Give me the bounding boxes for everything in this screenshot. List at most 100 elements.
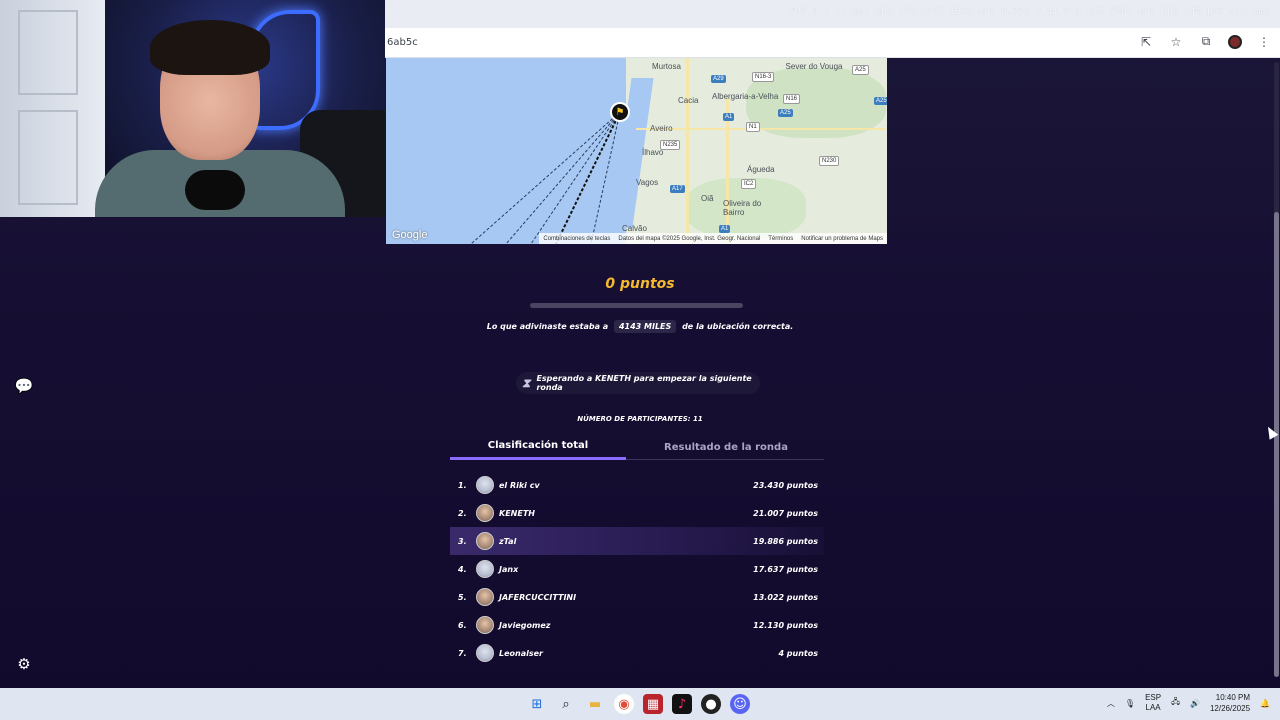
player-name: KENETH (499, 508, 535, 518)
leaderboard-tabs: Clasificación total Resultado de la rond… (450, 434, 824, 460)
leaderboard-row: 1. el Riki cv 23.430 puntos (450, 471, 824, 499)
chrome-icon[interactable]: ◉ (614, 694, 634, 714)
language-code: ESP (1145, 693, 1162, 702)
map-footer-link[interactable]: Términos (768, 236, 793, 242)
waiting-text: Esperando a KENETH para empezar la sigui… (536, 374, 752, 392)
door-panel (18, 10, 78, 95)
player-rank: 3. (458, 536, 467, 546)
road-badge: A25 (778, 109, 793, 117)
streamer-hair (150, 20, 270, 75)
star-icon[interactable]: ☆ (1168, 35, 1184, 49)
clock-date: 12/26/2025 (1209, 704, 1251, 713)
windows-start-icon[interactable]: ⊞ (527, 694, 547, 714)
player-score: 12.130 puntos (753, 620, 818, 630)
screen-share-icon[interactable]: ⧉ (1198, 34, 1214, 49)
window-titlebar: FPS 8 1 (1 ms) GPU 17% 47°C 1275 MHz 0.7… (385, 0, 1280, 28)
road-badge: N235 (660, 140, 681, 150)
player-score: 23.430 puntos (753, 480, 818, 490)
chevron-up-icon[interactable]: ︿ (1107, 698, 1115, 709)
player-avatar (476, 588, 494, 606)
notification-icon[interactable]: 🔔 (1260, 699, 1270, 708)
address-bar-actions: ⇱ ☆ ⧉ ⋮ (1138, 34, 1272, 49)
round-points: 0 puntos (605, 276, 675, 292)
player-score: 19.886 puntos (753, 536, 818, 546)
tab-total-ranking[interactable]: Clasificación total (450, 434, 626, 460)
page-scrollbar[interactable] (1274, 62, 1279, 677)
player-avatar (476, 476, 494, 494)
profile-avatar[interactable] (1228, 34, 1242, 49)
map-footer: Combinaciones de teclas Datos del mapa ©… (539, 233, 887, 244)
location-flag-icon[interactable]: ⚑ (610, 102, 630, 122)
player-name: Janx (499, 564, 519, 574)
leaderboard-list: 1. el Riki cv 23.430 puntos 2. KENETH 21.007 … (450, 471, 824, 667)
more-icon[interactable]: ⋮ (1256, 35, 1272, 49)
distance-text: Lo que adivinaste estaba a 4143 MILES de… (0, 320, 1280, 333)
webcam-overlay (0, 0, 385, 217)
waiting-banner: ⧗ Esperando a KENETH para empezar la sig… (516, 372, 760, 394)
player-avatar (476, 644, 494, 662)
map-footer-text: Datos del mapa ©2025 Google, Inst. Geogr… (618, 235, 761, 242)
player-avatar (476, 504, 494, 522)
volume-icon[interactable]: 🔊 (1190, 699, 1200, 708)
road-badge: A25 (874, 97, 887, 105)
windows-taskbar: ⊞ ⌕ ▬ ◉ ▦ ♪ ● ☺ ︿ 🎙 ESP LAA 🖧 🔊 10:40 PM… (0, 688, 1280, 720)
player-avatar (476, 616, 494, 634)
discord-icon[interactable]: ☺ (730, 694, 750, 714)
player-score: 13.022 puntos (753, 592, 818, 602)
address-bar[interactable]: 6ab5c ⇱ ☆ ⧉ ⋮ (385, 28, 1280, 58)
clock[interactable]: 10:40 PM 12/26/2025 (1210, 692, 1250, 714)
map-label: Sever do Vouga (785, 62, 843, 71)
road-badge: A1 (719, 225, 731, 233)
player-avatar (476, 532, 494, 550)
app-icon[interactable]: ▦ (643, 694, 663, 714)
install-icon[interactable]: ⇱ (1138, 35, 1154, 49)
microphone-icon[interactable]: 🎙 (1125, 699, 1135, 708)
google-logo: Google (392, 229, 428, 241)
participants-count: NÚMERO DE PARTICIPANTES: 11 (577, 415, 703, 423)
file-explorer-icon[interactable]: ▬ (585, 694, 605, 714)
search-icon[interactable]: ⌕ (556, 694, 576, 714)
obs-icon[interactable]: ● (701, 694, 721, 714)
map-label: Albergaria-a-Velha (712, 92, 779, 101)
leaderboard-row: 2. KENETH 21.007 puntos (450, 499, 824, 527)
hourglass-icon: ⧗ (522, 375, 531, 390)
language-indicator[interactable]: ESP LAA (1145, 693, 1161, 713)
leaderboard-row: 5. JAFERCUCCITTINI 13.022 puntos (450, 583, 824, 611)
map-footer-link[interactable]: Notificar un problema de Maps (801, 236, 883, 242)
map-label: Aveiro (650, 124, 673, 133)
leaderboard-row: 6. Javiegomez 12.130 puntos (450, 611, 824, 639)
map-label: Murtosa (652, 62, 681, 71)
points-progress-bar (530, 303, 743, 308)
performance-overlay: FPS 8 1 (1 ms) GPU 17% 47°C 1275 MHz 0.7… (789, 7, 1270, 17)
road-badge: N16-3 (752, 72, 775, 82)
player-rank: 2. (458, 508, 467, 518)
distance-suffix: de la ubicación correcta. (682, 322, 794, 331)
gear-icon[interactable]: ⚙ (14, 654, 34, 674)
tiktok-icon[interactable]: ♪ (672, 694, 692, 714)
keyboard-layout: LAA (1145, 703, 1161, 712)
leaderboard-row: 3. zTal 19.886 puntos (450, 527, 824, 555)
player-rank: 5. (458, 592, 467, 602)
system-tray: ︿ 🎙 ESP LAA 🖧 🔊 10:40 PM 12/26/2025 🔔 (1107, 692, 1270, 714)
player-rank: 7. (458, 648, 467, 658)
map-label: Cacia (678, 96, 699, 105)
distance-value: 4143 MILES (613, 320, 677, 333)
player-name: Javiegomez (499, 620, 551, 630)
distance-prefix: Lo que adivinaste estaba a (486, 322, 609, 331)
player-score: 21.007 puntos (753, 508, 818, 518)
scrollbar-thumb[interactable] (1274, 212, 1279, 677)
leaderboard-row: 7. Leonalser 4 puntos (450, 639, 824, 667)
road-badge: A29 (711, 75, 726, 83)
microphone (185, 170, 245, 210)
door-panel (18, 110, 78, 205)
chat-icon[interactable]: 💬 (14, 376, 34, 396)
player-name: JAFERCUCCITTINI (499, 592, 577, 602)
road-badge: N230 (819, 156, 840, 166)
map-footer-link[interactable]: Combinaciones de teclas (543, 236, 610, 242)
taskbar-apps: ⊞ ⌕ ▬ ◉ ▦ ♪ ● ☺ (527, 694, 750, 714)
tab-round-result[interactable]: Resultado de la ronda (638, 434, 814, 460)
result-map[interactable]: Murtosa Sever do Vouga Cacia Albergaria-… (386, 58, 887, 244)
leaderboard-row: 4. Janx 17.637 puntos (450, 555, 824, 583)
network-icon[interactable]: 🖧 (1171, 696, 1180, 710)
url-text[interactable]: 6ab5c (387, 37, 418, 48)
